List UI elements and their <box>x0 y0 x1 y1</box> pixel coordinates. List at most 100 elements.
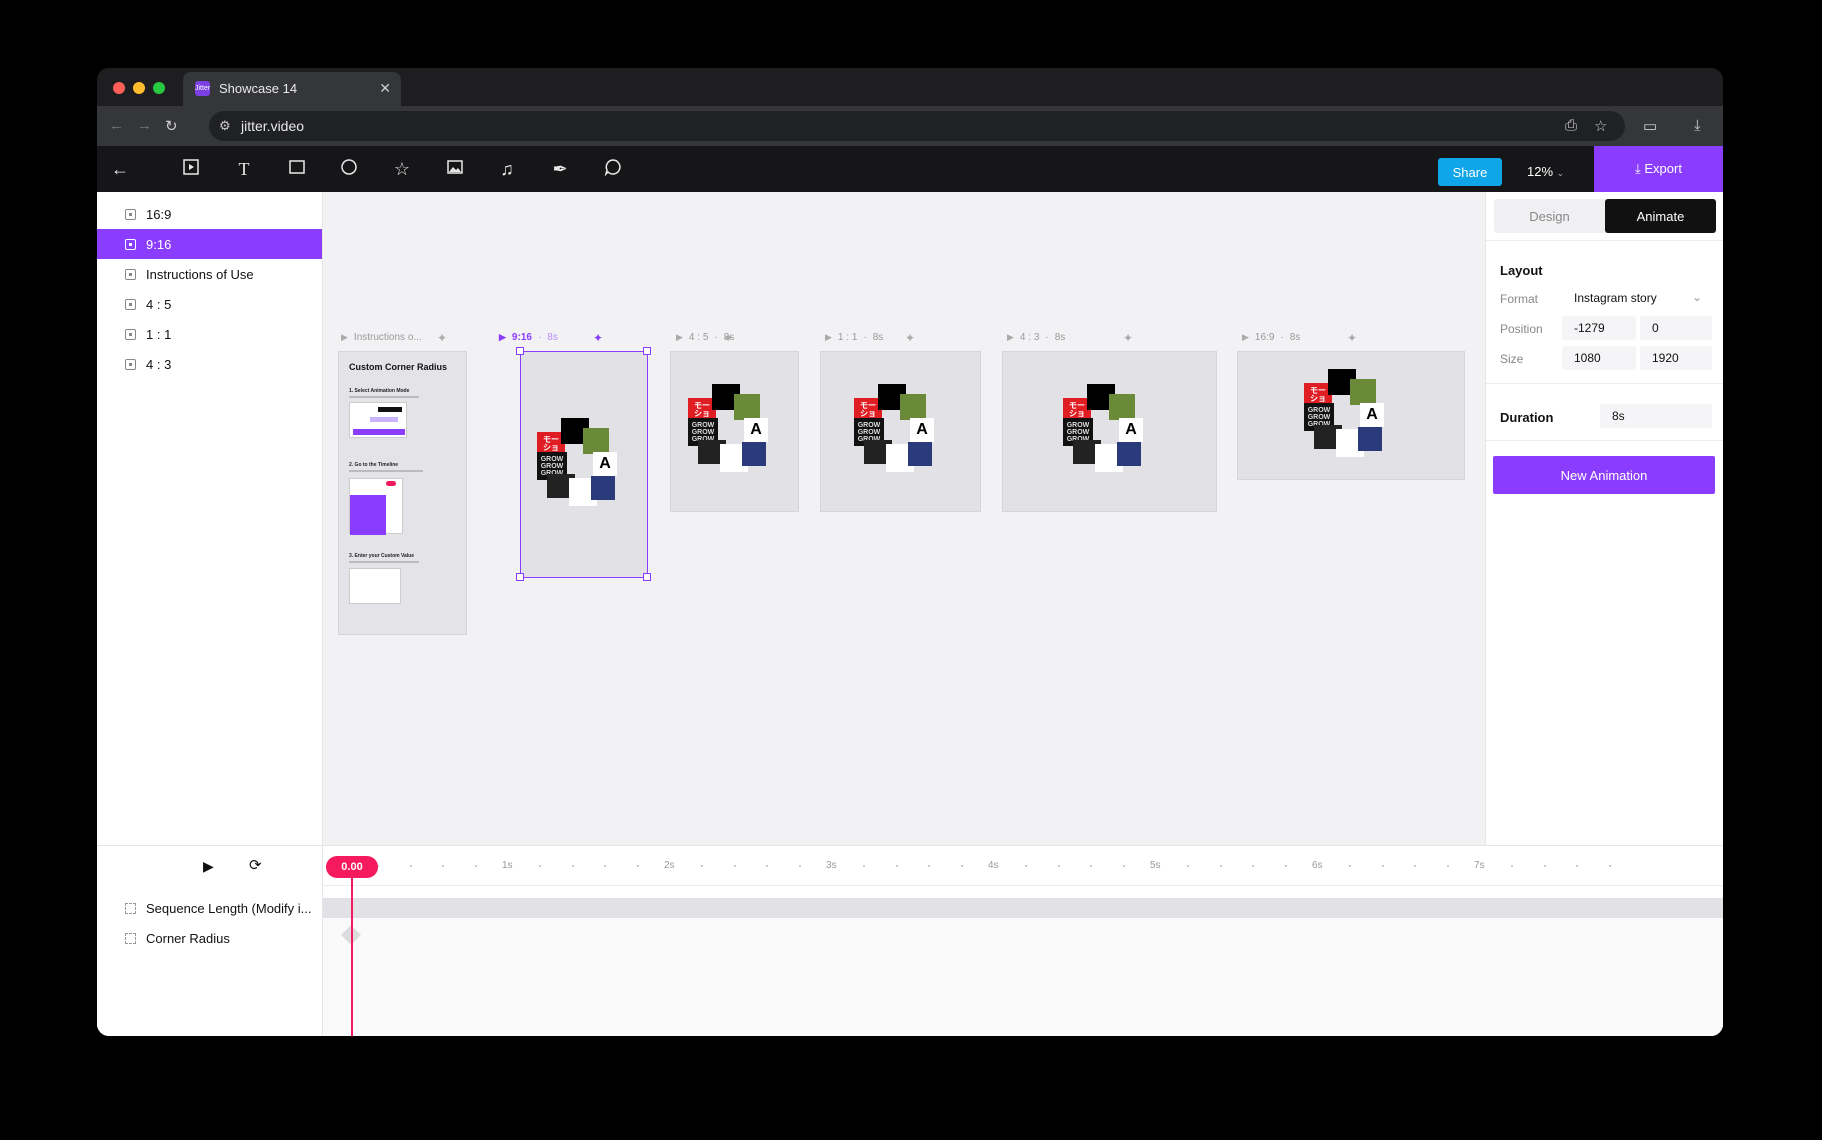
audio-tool-icon[interactable]: ♫ <box>496 158 518 180</box>
image-tool-icon[interactable] <box>444 158 466 180</box>
artboard-label-4-3[interactable]: ▶ 4 : 3 · 8s <box>1007 332 1065 343</box>
layer-item-4-3[interactable]: 4 : 3 <box>97 349 322 379</box>
share-button[interactable]: Share <box>1438 158 1502 186</box>
tab-close-icon[interactable]: ✕ <box>379 80 391 97</box>
tick-dot <box>636 865 639 867</box>
tab-animate[interactable]: Animate <box>1605 199 1716 233</box>
artboard-label-instructions[interactable]: ▶ Instructions o... <box>341 332 422 343</box>
install-app-icon[interactable]: ⎙ <box>1565 117 1577 134</box>
rectangle-tool-icon[interactable] <box>286 158 308 180</box>
play-icon[interactable]: ▶ <box>1242 332 1249 343</box>
tick-label: 4s <box>988 860 999 871</box>
export-icon: ⤓ <box>1635 161 1641 176</box>
layer-label: 16:9 <box>146 206 172 222</box>
artboard-name: Instructions o... <box>353 332 422 343</box>
artboard-instructions[interactable]: Custom Corner Radius 1. Select Animation… <box>338 351 467 635</box>
play-icon[interactable]: ▶ <box>676 332 683 343</box>
text-tool-icon[interactable]: T <box>233 158 255 180</box>
tick-dot <box>1576 865 1579 867</box>
play-icon[interactable]: ▶ <box>1007 332 1014 343</box>
tick-dot <box>1187 865 1190 867</box>
reload-icon[interactable]: ↻ <box>165 117 178 135</box>
sequence-length-bar[interactable] <box>323 898 1723 918</box>
artboard-9-16[interactable]: モー ショ GROW GROW GROW A <box>520 351 648 578</box>
tick-dot <box>1025 865 1028 867</box>
layer-item-4-5[interactable]: 4 : 5 <box>97 289 322 319</box>
artboard-4-3[interactable]: モー ショ GROW GROW GROW A <box>1002 351 1217 512</box>
sparkle-icon[interactable]: ✦ <box>1123 331 1133 345</box>
ellipse-tool-icon[interactable] <box>338 158 360 180</box>
back-icon[interactable]: ← <box>109 158 131 180</box>
tick-label: 1s <box>502 860 513 871</box>
track-corner-radius[interactable]: Corner Radius <box>97 925 323 951</box>
tab-design[interactable]: Design <box>1494 199 1605 233</box>
tick-dot <box>409 865 412 867</box>
pen-tool-icon[interactable]: ✒ <box>549 158 571 180</box>
artboard-16-9[interactable]: モー ショ GROW GROW GROW A <box>1237 351 1465 480</box>
resize-handle[interactable] <box>516 573 524 581</box>
artboard-label-1-1[interactable]: ▶ 1 : 1 · 8s <box>825 332 883 343</box>
playhead-line <box>351 878 353 1036</box>
sparkle-icon[interactable]: ✦ <box>593 331 603 345</box>
sparkle-icon[interactable]: ✦ <box>437 331 447 345</box>
position-x-input[interactable]: -1279 <box>1562 316 1636 340</box>
artboard-4-5[interactable]: モー ショ GROW GROW GROW A <box>670 351 799 512</box>
download-icon[interactable]: ⤓ <box>1694 117 1701 134</box>
position-y-input[interactable]: 0 <box>1640 316 1712 340</box>
zoom-dropdown[interactable]: 12% ⌄ <box>1527 164 1564 179</box>
play-icon[interactable]: ▶ <box>341 332 348 343</box>
collage: モー ショ GROW GROW GROW A <box>1304 369 1400 465</box>
close-window-button[interactable] <box>113 82 125 94</box>
sparkle-icon[interactable]: ✦ <box>723 331 733 345</box>
layer-item-9-16[interactable]: 9:16 <box>97 229 322 259</box>
group-icon <box>125 902 136 914</box>
zoom-value: 12% <box>1527 164 1554 179</box>
corner-radius-track[interactable] <box>323 918 1723 1036</box>
url-field[interactable]: ⚙ jitter.video <box>209 111 1625 141</box>
artboard-label-16-9[interactable]: ▶ 16:9 · 8s <box>1242 332 1300 343</box>
layer-item-1-1[interactable]: 1 : 1 <box>97 319 322 349</box>
reading-mode-icon[interactable]: ▭ <box>1643 117 1657 135</box>
play-icon[interactable]: ▶ <box>825 332 832 343</box>
forward-arrow-icon[interactable]: → <box>137 117 152 134</box>
sparkle-icon[interactable]: ✦ <box>905 331 915 345</box>
bookmark-star-icon[interactable]: ☆ <box>1594 117 1607 135</box>
playhead-time[interactable]: 0.00 <box>326 856 378 878</box>
export-button[interactable]: ⤓ Export <box>1594 146 1723 192</box>
canvas[interactable]: ▶ Instructions o... ✦ Custom Corner Radiu… <box>323 192 1485 845</box>
artboard-duration: 8s <box>872 332 884 343</box>
resize-handle[interactable] <box>643 347 651 355</box>
artboard-label-9-16[interactable]: ▶ 9:16 · 8s <box>499 332 558 343</box>
comment-tool-icon[interactable] <box>602 158 624 180</box>
timeline-ruler[interactable]: 1s 2s 3s 4s 5s 6s 7s <box>323 846 1723 886</box>
site-settings-icon[interactable]: ⚙ <box>219 118 231 134</box>
new-animation-button[interactable]: New Animation <box>1493 456 1715 494</box>
play-icon[interactable]: ▶ <box>499 332 506 343</box>
layer-item-instructions[interactable]: Instructions of Use <box>97 259 322 289</box>
sparkle-icon[interactable]: ✦ <box>1347 331 1357 345</box>
layer-item-16-9[interactable]: 16:9 <box>97 199 322 229</box>
size-width-input[interactable]: 1080 <box>1562 346 1636 370</box>
minimize-window-button[interactable] <box>133 82 145 94</box>
loop-icon[interactable]: ⟳ <box>249 856 262 874</box>
browser-tab[interactable]: Jitter Showcase 14 ✕ <box>183 72 401 106</box>
tick-dot <box>1414 865 1417 867</box>
resize-handle[interactable] <box>516 347 524 355</box>
duration-input[interactable]: 8s <box>1600 404 1712 428</box>
play-icon[interactable]: ▶ <box>203 858 214 875</box>
artboard-1-1[interactable]: モー ショ GROW GROW GROW A <box>820 351 981 512</box>
preview-button <box>353 429 405 435</box>
star-tool-icon[interactable]: ☆ <box>391 158 413 180</box>
artboard-duration: 8s <box>1289 332 1301 343</box>
tick-dot <box>863 865 866 867</box>
tab-title: Showcase 14 <box>219 81 298 96</box>
maximize-window-button[interactable] <box>153 82 165 94</box>
resize-handle[interactable] <box>643 573 651 581</box>
track-sequence-length[interactable]: Sequence Length (Modify i... <box>97 895 323 921</box>
size-height-input[interactable]: 1920 <box>1640 346 1712 370</box>
format-dropdown[interactable]: Instagram story ⌄ <box>1562 286 1710 310</box>
tick-dot <box>442 865 445 867</box>
back-arrow-icon[interactable]: ← <box>109 117 124 134</box>
tick-dot <box>1608 865 1611 867</box>
artboard-tool-icon[interactable] <box>180 158 202 180</box>
